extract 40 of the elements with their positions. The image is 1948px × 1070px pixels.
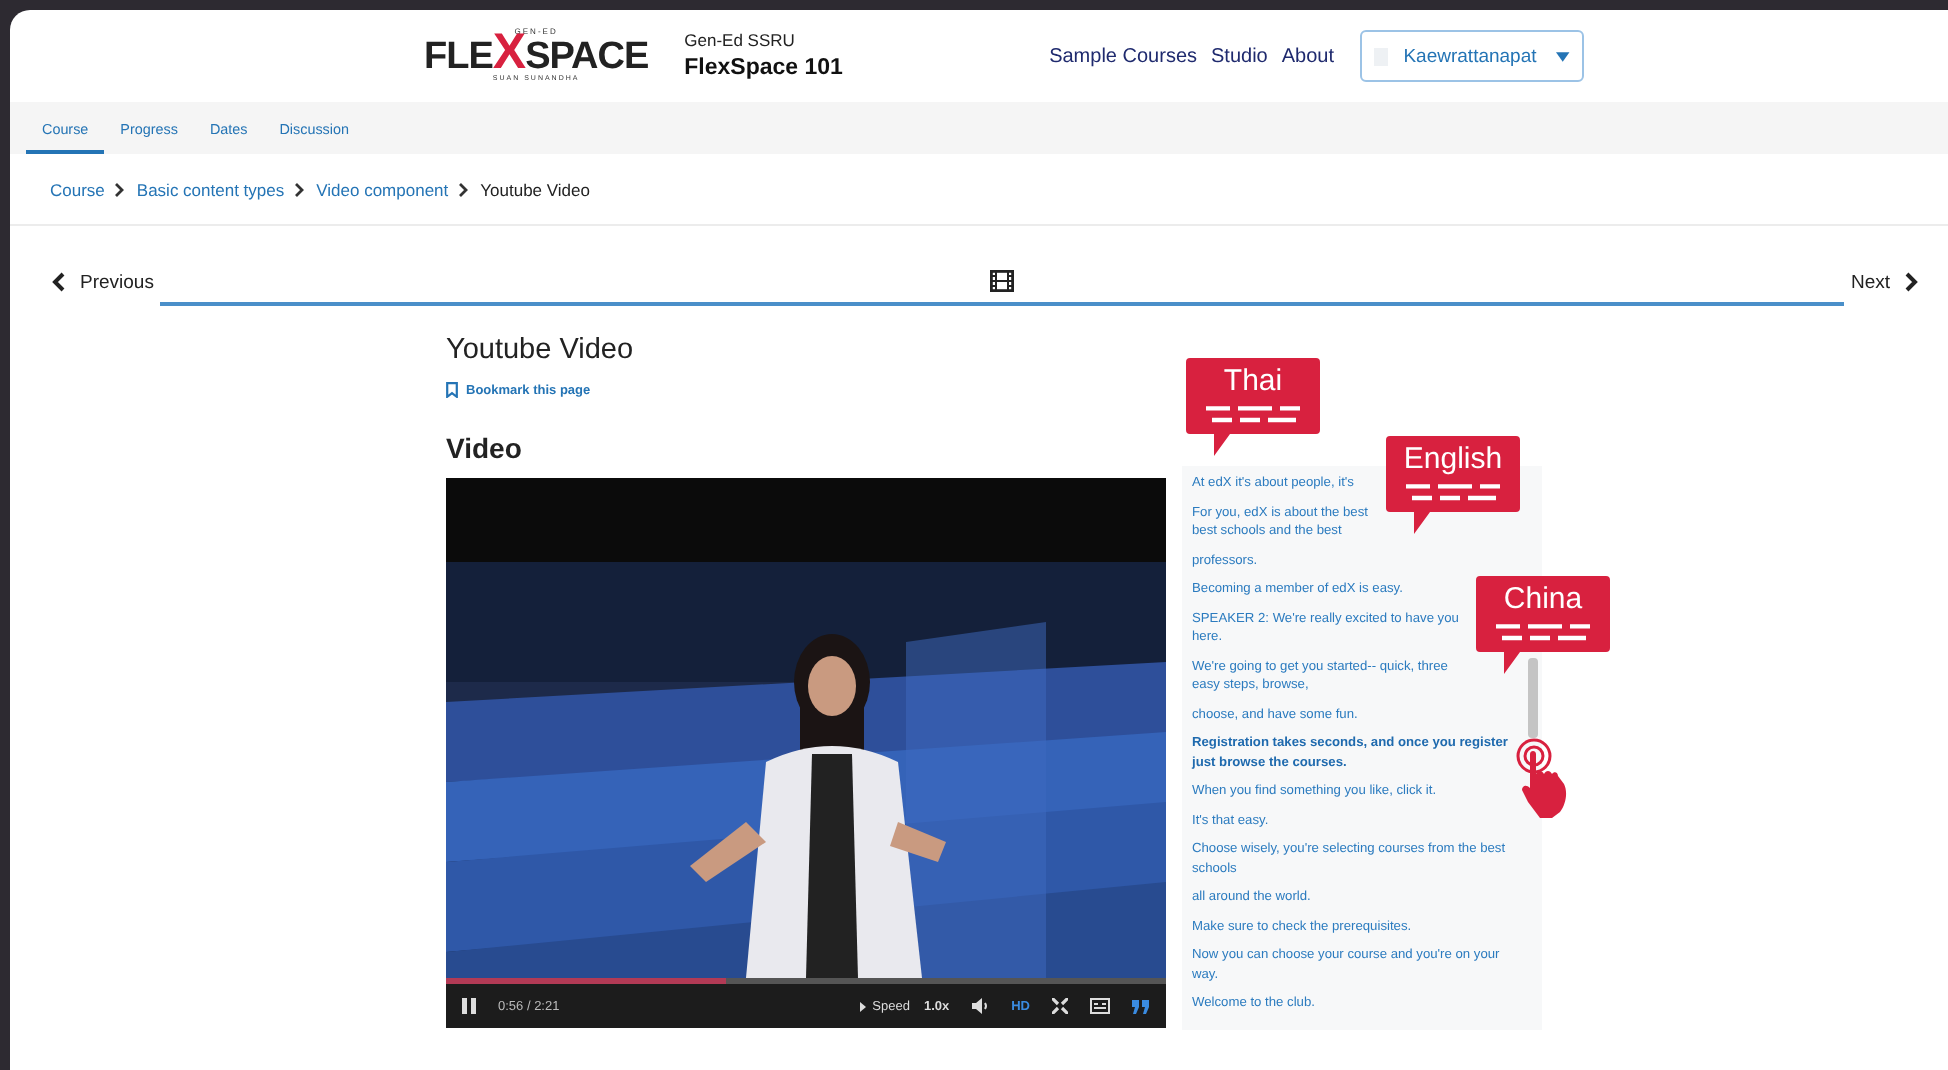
chevron-right-icon: [294, 181, 307, 197]
course-title: FlexSpace 101: [684, 55, 843, 79]
nav-link[interactable]: About: [1281, 45, 1334, 67]
nav-link[interactable]: Sample Courses: [1049, 45, 1197, 67]
logo-wordmark: FLEXSPACE: [424, 36, 649, 77]
text-lines-icon: [1496, 624, 1590, 642]
fullscreen-icon[interactable]: [1052, 998, 1068, 1014]
breadcrumb-link[interactable]: Basic content types: [136, 179, 285, 199]
user-menu-button[interactable]: Kaewrattanapat: [1360, 30, 1584, 82]
text-lines-icon: [1406, 484, 1500, 502]
language-label: English: [1401, 442, 1505, 476]
chevron-right-icon: [114, 181, 127, 197]
chevron-right-icon: [458, 181, 471, 197]
film-icon: [990, 269, 1015, 291]
volume-icon[interactable]: [971, 998, 990, 1014]
breadcrumb-link[interactable]: Video component: [316, 179, 449, 199]
breadcrumb-link[interactable]: Course: [50, 179, 105, 199]
scrollbar-thumb[interactable]: [1528, 658, 1538, 738]
transcript-icon[interactable]: [1132, 999, 1150, 1013]
language-label: Thai: [1221, 364, 1285, 398]
organization-name: Gen-Ed SSRU: [684, 29, 797, 49]
breadcrumb-current: Youtube Video: [480, 179, 590, 199]
language-label: China: [1501, 582, 1585, 616]
next-button[interactable]: Next: [1844, 258, 1924, 306]
speech-bubble: [1186, 358, 1320, 456]
speech-bubble: [1476, 576, 1610, 674]
caret-icon: [1556, 51, 1570, 61]
caret-icon: [860, 1001, 867, 1011]
text-lines-icon: [1206, 406, 1300, 424]
speech-bubble: [1386, 436, 1520, 534]
section-heading: Video: [446, 432, 522, 464]
bookmark-icon: [446, 382, 458, 398]
progress-track[interactable]: [446, 978, 1166, 984]
pause-icon[interactable]: [462, 998, 476, 1014]
captions-icon[interactable]: [1090, 998, 1110, 1014]
chevron-right-icon: [1904, 272, 1918, 292]
unit-title: Youtube Video: [446, 334, 636, 366]
nav-link[interactable]: Studio: [1211, 45, 1268, 67]
previous-button[interactable]: Previous: [46, 258, 160, 306]
chevron-left-icon: [52, 272, 66, 292]
